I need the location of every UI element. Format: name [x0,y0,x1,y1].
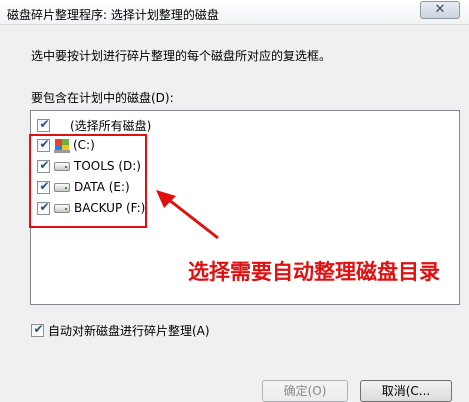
title-bar: 磁盘碎片整理程序: 选择计划整理的磁盘 ✕ [0,0,469,25]
disk-item-select-all[interactable]: ✔ (选择所有磁盘) [37,117,151,133]
auto-defrag-option[interactable]: ✔ 自动对新磁盘进行碎片整理(A) [31,322,210,339]
instruction-text: 选中要按计划进行碎片整理的每个磁盘所对应的复选框。 [31,49,332,63]
check-icon: ✔ [39,116,50,131]
close-button[interactable]: ✕ [420,1,460,19]
disk-list-label: 要包含在计划中的磁盘(D): [31,91,174,105]
ok-button[interactable]: 确定(O) [262,380,348,402]
window-title: 磁盘碎片整理程序: 选择计划整理的磁盘 [7,8,219,22]
check-icon: ✔ [33,322,44,336]
auto-defrag-label: 自动对新磁盘进行碎片整理(A) [48,324,210,338]
highlight-box [29,134,147,228]
close-icon: ✕ [434,2,446,17]
auto-defrag-checkbox[interactable]: ✔ [31,322,44,337]
arrow-icon [156,190,219,240]
disk-item-label: (选择所有磁盘) [70,118,152,133]
annotation-text: 选择需要自动整理磁盘目录 [188,260,440,284]
select-all-checkbox[interactable]: ✔ [37,116,50,132]
cancel-button[interactable]: 取消(C... [360,380,452,402]
